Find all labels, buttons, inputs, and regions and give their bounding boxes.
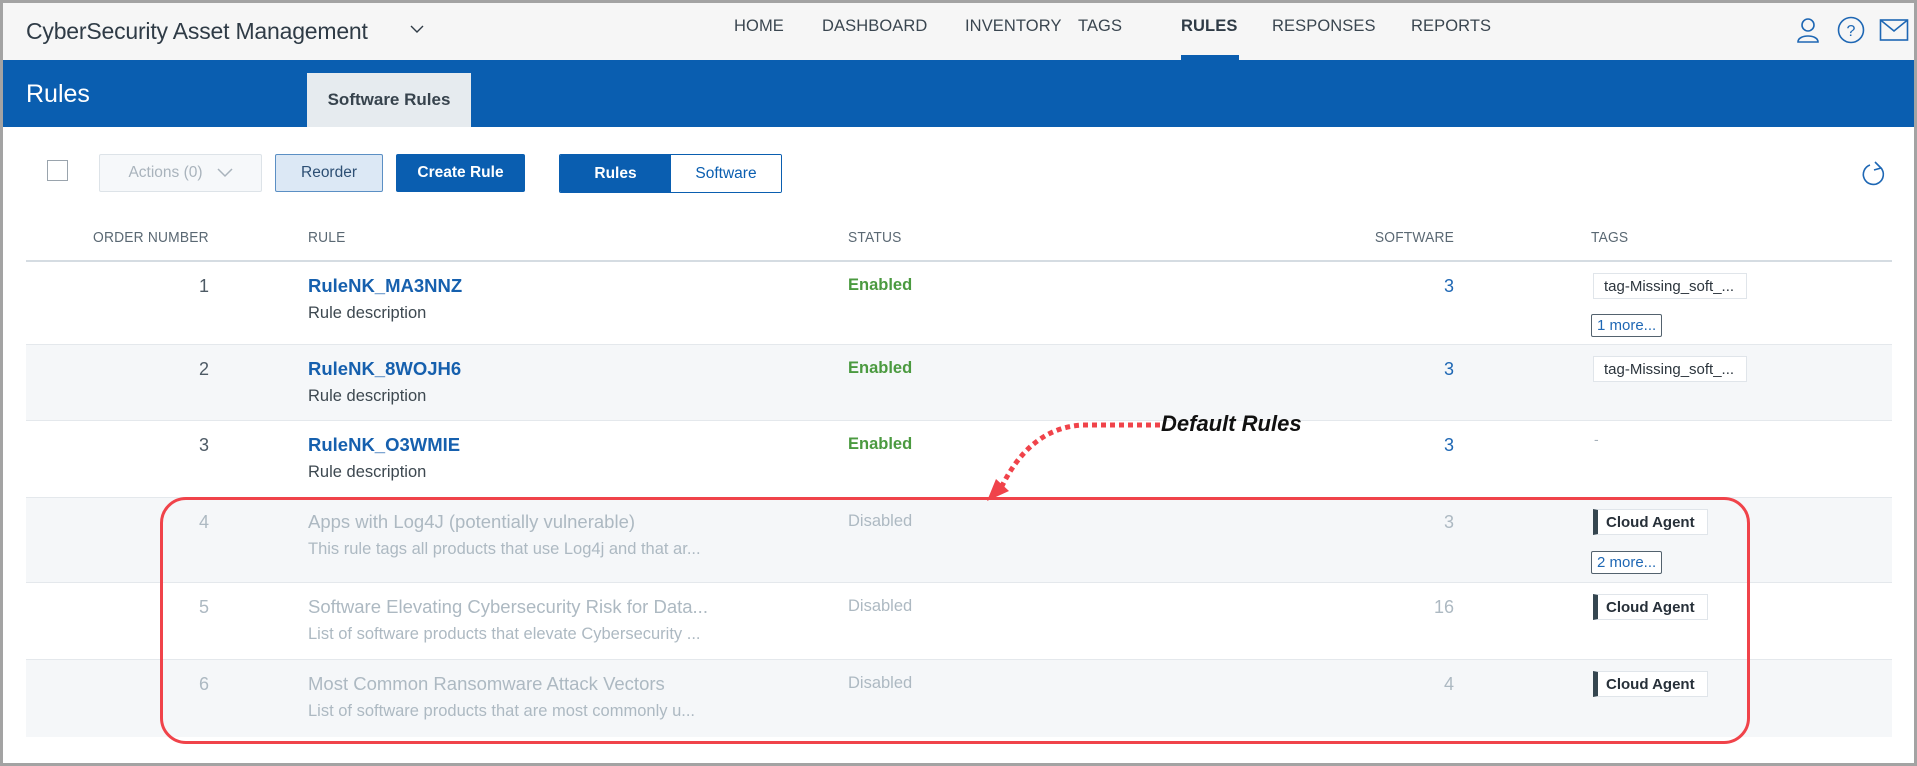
status-badge: Enabled — [848, 276, 913, 294]
tag-chip: Cloud Agent — [1593, 509, 1708, 535]
select-all-checkbox[interactable] — [47, 160, 68, 181]
svg-text:?: ? — [1847, 23, 1856, 40]
software-count-link[interactable]: 3 — [1444, 276, 1454, 297]
order-number: 6 — [198, 674, 209, 694]
rule-description: This rule tags all products that use Log… — [308, 540, 701, 558]
order-number: 2 — [198, 359, 209, 379]
order-number: 1 — [198, 276, 209, 296]
software-count-link[interactable]: 3 — [1444, 435, 1454, 456]
rule-name-link[interactable]: RuleNK_O3WMIE — [308, 434, 460, 456]
table-row[interactable]: 2 RuleNK_8WOJH6 Rule description Enabled… — [26, 345, 1892, 421]
order-number: 3 — [198, 435, 209, 455]
status-badge: Enabled — [848, 435, 913, 453]
view-toggle: Rules Software — [559, 154, 782, 193]
col-header-software[interactable]: SOFTWARE — [1375, 229, 1454, 246]
toggle-software[interactable]: Software — [671, 155, 781, 192]
col-header-tags[interactable]: TAGS — [1591, 229, 1628, 246]
nav-inventory[interactable]: INVENTORY — [965, 17, 1062, 36]
order-number: 5 — [198, 597, 209, 617]
nav-responses[interactable]: RESPONSES — [1272, 17, 1376, 36]
tag-chip: Cloud Agent — [1593, 671, 1708, 697]
status-badge: Disabled — [848, 674, 913, 692]
create-rule-button[interactable]: Create Rule — [396, 154, 525, 192]
rule-name-link[interactable]: Apps with Log4J (potentially vulnerable) — [308, 511, 635, 533]
nav-tags[interactable]: TAGS — [1078, 17, 1122, 36]
app-title: CyberSecurity Asset Management — [26, 18, 368, 44]
status-badge: Enabled — [848, 359, 913, 377]
rule-name-link[interactable]: Most Common Ransomware Attack Vectors — [308, 673, 665, 695]
no-tags-placeholder: - — [1594, 431, 1599, 447]
tag-chip: tag-Missing_soft_... — [1593, 273, 1748, 299]
software-count-link[interactable]: 3 — [1444, 359, 1454, 380]
table-row[interactable]: 5 Software Elevating Cybersecurity Risk … — [26, 583, 1892, 660]
col-header-order[interactable]: ORDER NUMBER — [93, 229, 209, 246]
actions-label: Actions (0) — [128, 164, 203, 181]
software-count-link[interactable]: 4 — [1444, 674, 1454, 695]
status-badge: Disabled — [848, 512, 913, 530]
page-header-band: Rules Software Rules — [3, 60, 1914, 127]
nav-dashboard[interactable]: DASHBOARD — [822, 17, 927, 36]
col-header-rule[interactable]: RULE — [308, 229, 346, 246]
rule-description: List of software products that are most … — [308, 702, 695, 720]
nav-reports[interactable]: REPORTS — [1411, 17, 1491, 36]
refresh-icon[interactable] — [1861, 160, 1887, 188]
chevron-down-icon — [217, 168, 233, 178]
tab-software-rules[interactable]: Software Rules — [307, 73, 471, 127]
rule-description: Rule description — [308, 463, 427, 481]
tag-chip: Cloud Agent — [1593, 594, 1708, 620]
user-icon[interactable] — [1794, 16, 1822, 44]
software-count-link[interactable]: 16 — [1434, 597, 1454, 618]
more-tags-button[interactable]: 1 more... — [1591, 314, 1663, 337]
page-title: Rules — [26, 80, 90, 108]
toggle-rules[interactable]: Rules — [560, 155, 671, 192]
rule-description: Rule description — [308, 304, 427, 322]
table-row[interactable]: 6 Most Common Ransomware Attack Vectors … — [26, 660, 1892, 737]
nav-home[interactable]: HOME — [734, 17, 784, 36]
rule-name-link[interactable]: Software Elevating Cybersecurity Risk fo… — [308, 596, 708, 618]
rule-name-link[interactable]: RuleNK_8WOJH6 — [308, 358, 461, 380]
nav-rules[interactable]: RULES — [1181, 17, 1237, 36]
software-count-link[interactable]: 3 — [1444, 512, 1454, 533]
annotation-label: Default Rules — [1161, 411, 1302, 436]
chevron-down-icon[interactable] — [410, 22, 424, 36]
mail-icon[interactable] — [1879, 16, 1909, 44]
reorder-button[interactable]: Reorder — [275, 154, 383, 192]
order-number: 4 — [198, 512, 209, 532]
rule-description: List of software products that elevate C… — [308, 625, 701, 643]
table-row[interactable]: 4 Apps with Log4J (potentially vulnerabl… — [26, 498, 1892, 583]
more-tags-button[interactable]: 2 more... — [1591, 551, 1663, 574]
table-row[interactable]: 1 RuleNK_MA3NNZ Rule description Enabled… — [26, 262, 1892, 345]
actions-dropdown[interactable]: Actions (0) — [99, 154, 262, 192]
table-row[interactable]: 3 RuleNK_O3WMIE Rule description Enabled… — [26, 421, 1892, 498]
col-header-status[interactable]: STATUS — [848, 229, 902, 246]
app-window: CyberSecurity Asset Management HOME DASH… — [3, 3, 1914, 763]
tag-chip: tag-Missing_soft_... — [1593, 356, 1748, 382]
status-badge: Disabled — [848, 597, 913, 615]
help-icon[interactable]: ? — [1837, 16, 1865, 44]
rule-description: Rule description — [308, 387, 427, 405]
top-header: CyberSecurity Asset Management HOME DASH… — [3, 3, 1914, 60]
rule-name-link[interactable]: RuleNK_MA3NNZ — [308, 275, 462, 297]
